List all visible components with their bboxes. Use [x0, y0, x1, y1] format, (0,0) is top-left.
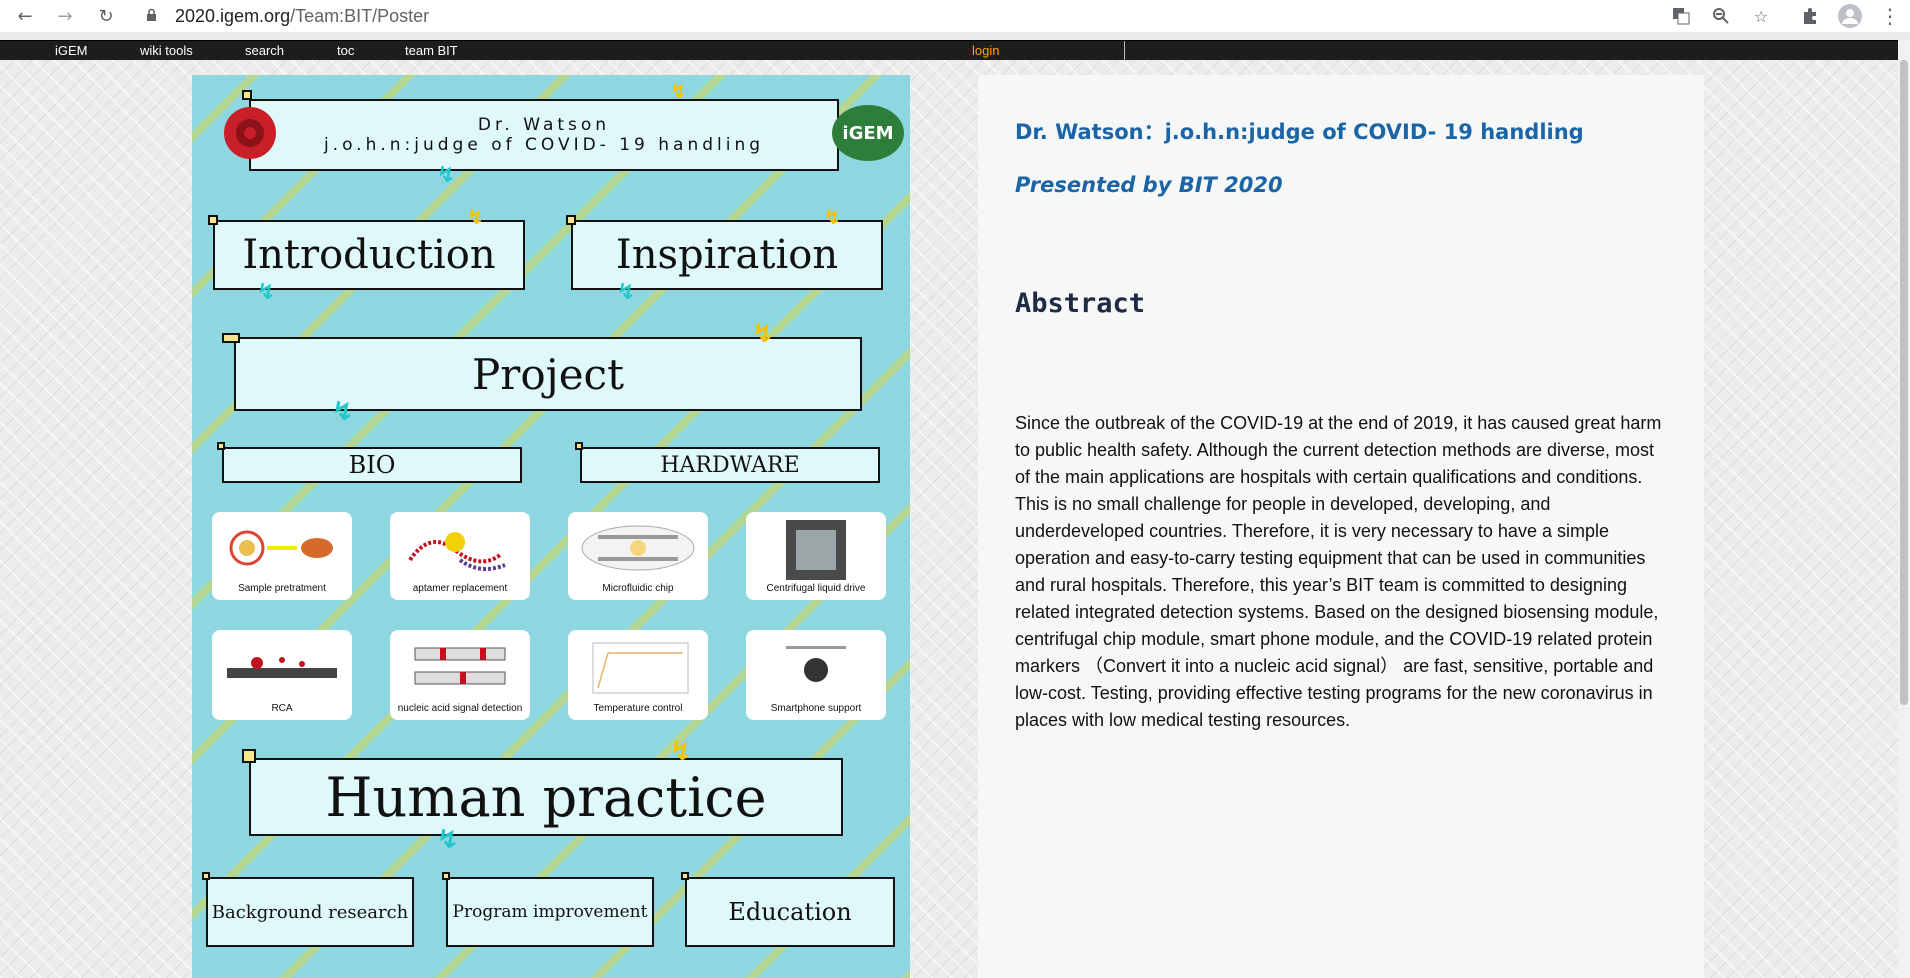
menu-team-bit[interactable]: team BIT: [405, 43, 458, 58]
card-label: nucleic acid signal detection: [397, 703, 523, 714]
poster-hardware: HARDWARE: [580, 447, 880, 483]
zoom-icon[interactable]: [1706, 2, 1736, 30]
bolt-icon: ↯: [257, 280, 276, 305]
temperature-chart-image: [592, 642, 689, 694]
corner-marker: [681, 872, 689, 880]
corner-marker: [242, 749, 256, 763]
bolt-icon: ↯: [437, 163, 456, 188]
poster-card: Smartphone support: [746, 630, 886, 720]
card-label: aptamer replacement: [412, 583, 508, 594]
corner-marker: [202, 872, 210, 880]
igem-logo-text: iGEM: [842, 122, 894, 144]
corner-marker: [222, 333, 240, 343]
poster-card: Sample pretratment: [212, 512, 352, 600]
poster-bio: BIO: [222, 447, 522, 483]
bolt-icon: ↯: [824, 205, 841, 229]
page-subtitle: Presented by BIT 2020: [1015, 173, 1283, 197]
centrifuge-photo: [786, 520, 846, 580]
url-host: 2020.igem.org: [175, 5, 291, 26]
bolt-icon: ↯: [670, 737, 692, 767]
card-label: Centrifugal liquid drive: [766, 583, 866, 594]
smartphone-app-image: [786, 646, 846, 682]
reload-icon[interactable]: ↻: [91, 1, 121, 31]
virus-illustration: [229, 530, 333, 566]
card-label: Smartphone support: [770, 703, 862, 714]
card-label: Temperature control: [593, 703, 683, 714]
corner-marker: [217, 442, 225, 450]
bolt-icon: ↯: [332, 397, 354, 427]
browser-toolbar: ← → ↻ 2020.igem.org/Team:BIT/Poster ☆ ⋮: [0, 0, 1910, 32]
profile-icon[interactable]: [1835, 2, 1865, 30]
poster-card: nucleic acid signal detection: [390, 630, 530, 720]
back-icon[interactable]: ←: [10, 1, 40, 31]
card-label: Sample pretratment: [238, 583, 326, 594]
bolt-icon: ↯: [670, 79, 687, 103]
card-label: Microfluidic chip: [602, 583, 674, 594]
bolt-icon: ↯: [752, 319, 774, 349]
poster-card: Microfluidic chip: [568, 512, 708, 600]
aptamer-illustration: [408, 532, 506, 571]
corner-marker: [442, 872, 450, 880]
poster-card: aptamer replacement: [390, 512, 530, 600]
corner-marker: [575, 442, 583, 450]
chip-illustration: [581, 525, 695, 571]
corner-marker: [566, 215, 576, 225]
strip-illustration: [414, 647, 506, 685]
lock-icon[interactable]: [146, 8, 157, 22]
igem-logo: iGEM: [832, 105, 904, 161]
menubar-divider: [1124, 41, 1125, 61]
poster-card: Centrifugal liquid drive: [746, 512, 886, 600]
translate-icon[interactable]: [1666, 2, 1696, 30]
bolt-icon: ↯: [467, 205, 484, 229]
menu-toc[interactable]: toc: [337, 43, 354, 58]
poster-image: Dr. Watson j.o.h.n:judge of COVID- 19 ha…: [192, 75, 910, 978]
address-bar[interactable]: 2020.igem.org/Team:BIT/Poster: [175, 2, 429, 30]
url-path: /Team:BIT/Poster: [290, 5, 430, 26]
poster-program-improvement: Program improvement: [446, 877, 654, 947]
menu-icon[interactable]: ⋮: [1875, 2, 1905, 30]
menu-search[interactable]: search: [245, 43, 284, 58]
login-link[interactable]: login: [972, 43, 999, 58]
abstract-text: Since the outbreak of the COVID-19 at th…: [1015, 413, 1662, 730]
scrollbar-thumb[interactable]: [1900, 60, 1908, 705]
poster-card: Temperature control: [568, 630, 708, 720]
page-title: Dr. Watson：j.o.h.n:judge of COVID- 19 ha…: [1015, 120, 1584, 144]
poster-human-practice: Human practice: [249, 758, 843, 836]
bolt-icon: ↯: [617, 280, 636, 305]
poster-title-line1: Dr. Watson: [477, 115, 611, 135]
rca-illustration: [227, 657, 337, 678]
abstract-heading: Abstract: [1015, 288, 1146, 319]
star-icon[interactable]: ☆: [1746, 2, 1776, 30]
menu-igem[interactable]: iGEM: [55, 43, 88, 58]
poster-card: RCA: [212, 630, 352, 720]
card-label: RCA: [271, 703, 293, 714]
forward-icon[interactable]: →: [50, 1, 80, 31]
poster-education: Education: [685, 877, 895, 947]
gear-logo-icon: [224, 107, 276, 159]
igem-menubar: iGEM wiki tools search toc team BIT logi…: [0, 40, 1910, 61]
poster-title-box: Dr. Watson j.o.h.n:judge of COVID- 19 ha…: [249, 99, 839, 171]
extensions-icon[interactable]: [1795, 2, 1825, 30]
corner-marker: [208, 215, 218, 225]
poster-background-research: Background research: [206, 877, 414, 947]
bolt-icon: ↯: [437, 825, 459, 855]
corner-marker: [242, 90, 252, 100]
poster-title-line2: j.o.h.n:judge of COVID- 19 handling: [323, 135, 765, 155]
menu-wiki-tools[interactable]: wiki tools: [140, 43, 193, 58]
